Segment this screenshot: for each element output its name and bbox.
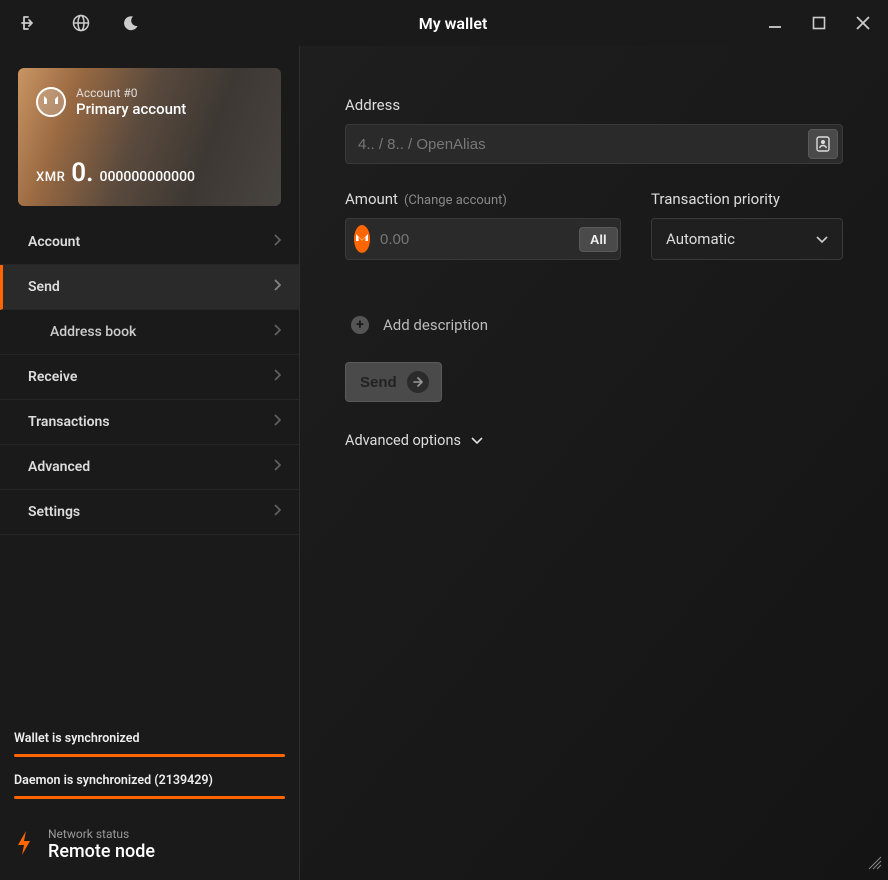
nav-advanced[interactable]: Advanced <box>0 445 299 490</box>
priority-value: Automatic <box>666 230 735 248</box>
amount-input[interactable] <box>380 231 579 248</box>
chevron-right-icon <box>273 369 281 385</box>
priority-label: Transaction priority <box>651 190 843 208</box>
nav-label: Transactions <box>28 414 110 430</box>
nav-settings[interactable]: Settings <box>0 490 299 535</box>
send-button-label: Send <box>360 374 397 391</box>
chevron-right-icon <box>273 234 281 250</box>
moon-icon[interactable] <box>116 8 146 38</box>
priority-select[interactable]: Automatic <box>651 218 843 260</box>
wallet-sync-bar <box>14 754 285 757</box>
lightning-icon <box>14 829 34 861</box>
globe-icon[interactable] <box>66 8 96 38</box>
address-input[interactable] <box>358 136 808 153</box>
amount-input-row: All <box>345 218 621 260</box>
chevron-down-icon <box>816 230 828 248</box>
maximize-button[interactable] <box>804 8 834 38</box>
add-description-button[interactable]: + Add description <box>351 316 843 334</box>
address-book-icon[interactable] <box>808 129 838 159</box>
nav-label: Account <box>28 234 80 250</box>
network-status-label: Network status <box>48 827 155 841</box>
minimize-button[interactable] <box>760 8 790 38</box>
daemon-sync-label: Daemon is synchronized (2139429) <box>14 773 285 788</box>
arrow-right-icon <box>407 371 429 393</box>
advanced-options-label: Advanced options <box>345 432 461 449</box>
account-number-label: Account #0 <box>76 86 186 100</box>
nav-transactions[interactable]: Transactions <box>0 400 299 445</box>
sync-status: Wallet is synchronized Daemon is synchro… <box>0 721 299 821</box>
monero-logo-icon <box>36 87 66 117</box>
chevron-right-icon <box>273 324 281 340</box>
chevron-right-icon <box>273 459 281 475</box>
nav-label: Send <box>28 279 60 295</box>
balance-whole: 0. <box>71 158 93 188</box>
advanced-options-toggle[interactable]: Advanced options <box>345 432 843 449</box>
nav-label: Settings <box>28 504 80 520</box>
nav-label: Address book <box>50 324 136 340</box>
nav-address-book[interactable]: Address book <box>0 310 299 355</box>
change-account-link[interactable]: (Change account) <box>404 193 507 208</box>
nav-label: Receive <box>28 369 77 385</box>
address-label: Address <box>345 96 843 114</box>
close-button[interactable] <box>848 8 878 38</box>
address-input-row <box>345 124 843 164</box>
daemon-sync-bar <box>14 796 285 799</box>
nav-send[interactable]: Send <box>0 265 299 310</box>
window-title: My wallet <box>146 14 760 33</box>
sidebar-nav: Account Send Address book Receive Transa… <box>0 220 299 535</box>
resize-handle-icon[interactable] <box>868 855 882 874</box>
all-button[interactable]: All <box>579 227 618 252</box>
chevron-down-icon <box>471 432 483 449</box>
titlebar: My wallet <box>0 0 888 46</box>
send-button[interactable]: Send <box>345 362 442 402</box>
plus-icon: + <box>351 316 369 334</box>
account-card[interactable]: Account #0 Primary account XMR 0. 000000… <box>18 68 281 206</box>
network-status[interactable]: Network status Remote node <box>0 821 299 880</box>
chevron-right-icon <box>273 504 281 520</box>
sidebar: Account #0 Primary account XMR 0. 000000… <box>0 46 300 880</box>
amount-label: Amount <box>345 190 398 208</box>
network-status-value: Remote node <box>48 841 155 862</box>
balance-fraction: 000000000000 <box>100 169 195 185</box>
balance: XMR 0. 000000000000 <box>36 158 195 188</box>
account-name: Primary account <box>76 100 186 118</box>
balance-currency: XMR <box>36 170 65 185</box>
main-panel: Address Amount (Change account) <box>300 46 888 880</box>
add-description-label: Add description <box>383 316 488 334</box>
logout-icon[interactable] <box>16 8 46 38</box>
monero-icon <box>354 225 370 253</box>
chevron-right-icon <box>273 279 281 295</box>
nav-receive[interactable]: Receive <box>0 355 299 400</box>
nav-account[interactable]: Account <box>0 220 299 265</box>
nav-label: Advanced <box>28 459 90 475</box>
wallet-sync-label: Wallet is synchronized <box>14 731 285 746</box>
chevron-right-icon <box>273 414 281 430</box>
